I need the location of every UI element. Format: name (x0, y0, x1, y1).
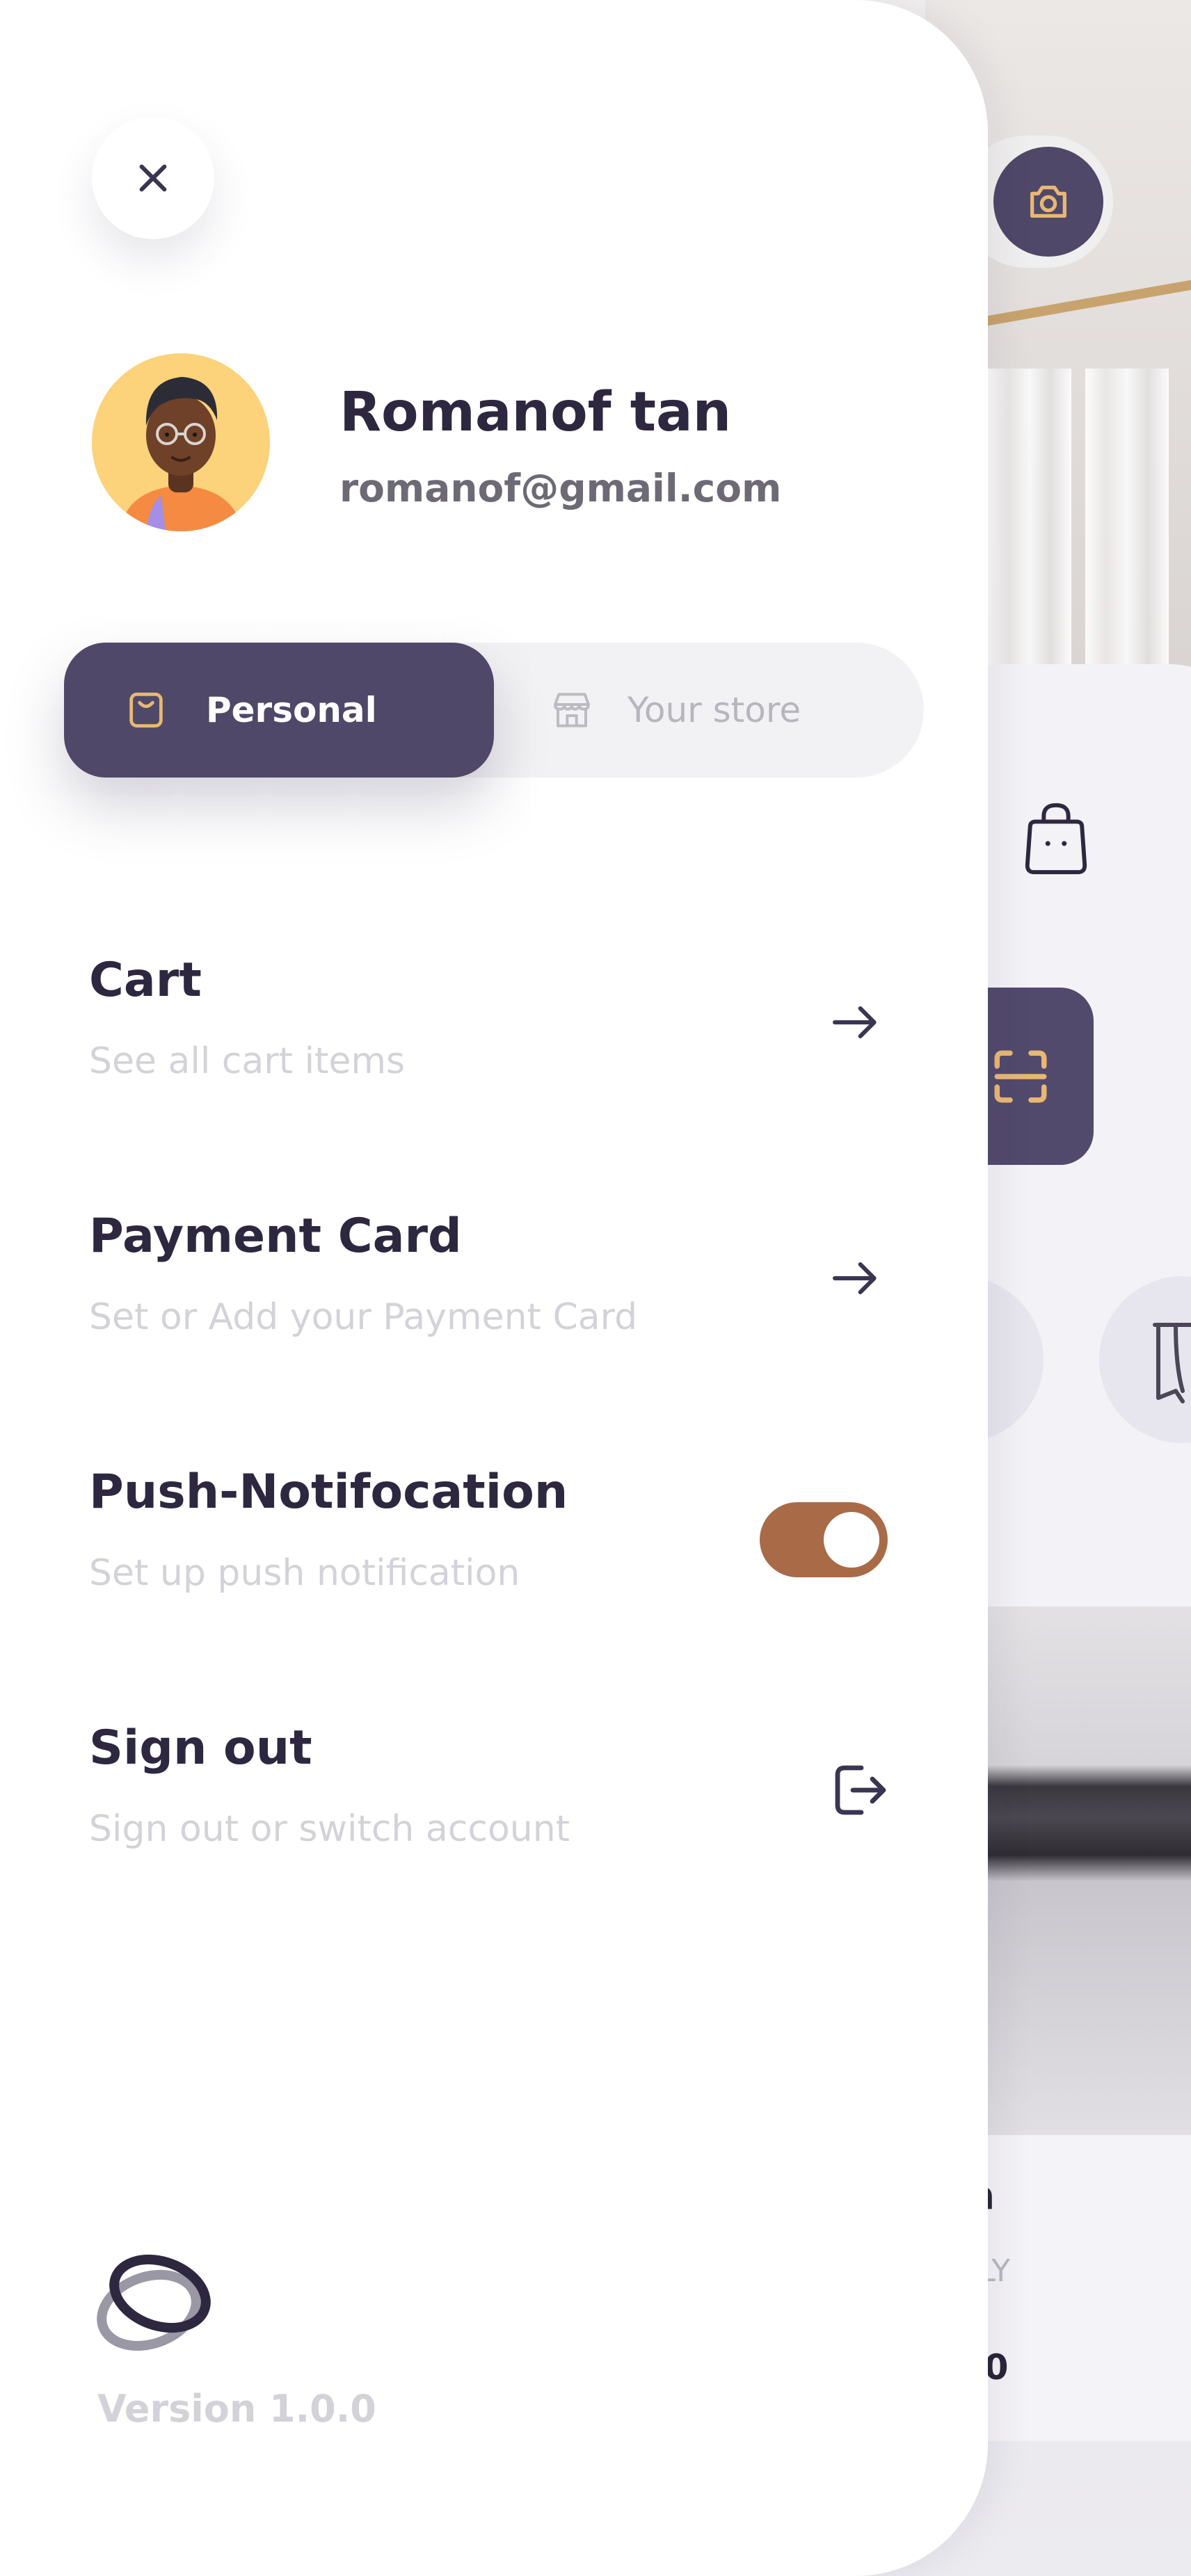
menu-item-cart[interactable]: Cart See all cart items (89, 953, 924, 1134)
bag-icon (129, 692, 163, 728)
app-version: Version 1.0.0 (97, 2387, 376, 2431)
menu-item-sign-out[interactable]: Sign out Sign out or switch account (89, 1721, 924, 1901)
user-avatar-illustration (120, 377, 242, 531)
close-button[interactable] (92, 117, 214, 239)
user-email: romanof@gmail.com (339, 466, 782, 510)
camera-button[interactable] (993, 147, 1103, 257)
store-icon (554, 693, 590, 727)
curtain-category-icon (1153, 1323, 1191, 1403)
menu-item-title: Payment Card (89, 1209, 462, 1264)
category-circle[interactable] (1099, 1276, 1191, 1443)
tab-your-store-label: Your store (628, 690, 801, 730)
user-name: Romanof tan (339, 381, 732, 444)
menu-item-subtitle: Sign out or switch account (89, 1808, 570, 1850)
shopping-bag-icon[interactable] (1021, 800, 1091, 876)
side-drawer: Romanof tan romanof@gmail.com Personal Y… (0, 0, 988, 2576)
menu-item-subtitle: See all cart items (89, 1040, 406, 1082)
tab-your-store[interactable]: Your store (494, 643, 924, 778)
menu-item-title: Cart (89, 953, 202, 1008)
menu-item-title: Push-Notifocation (89, 1465, 568, 1520)
camera-icon (1030, 185, 1066, 218)
app-logo (97, 2254, 211, 2351)
menu-item-title: Sign out (89, 1721, 312, 1776)
logout-icon[interactable] (824, 1755, 893, 1825)
push-notification-toggle[interactable] (760, 1502, 888, 1577)
tab-personal-label: Personal (206, 690, 377, 730)
avatar (92, 353, 270, 531)
arrow-right-icon[interactable] (821, 1243, 890, 1313)
close-icon (139, 164, 167, 192)
toggle-knob (824, 1512, 879, 1568)
arrow-right-icon[interactable] (821, 988, 890, 1057)
menu-item-payment-card[interactable]: Payment Card Set or Add your Payment Car… (89, 1209, 924, 1390)
tab-personal[interactable]: Personal (64, 643, 494, 778)
scan-icon (994, 1050, 1047, 1102)
menu-item-subtitle: Set up push notification (89, 1552, 520, 1594)
menu-item-subtitle: Set or Add your Payment Card (89, 1296, 638, 1338)
